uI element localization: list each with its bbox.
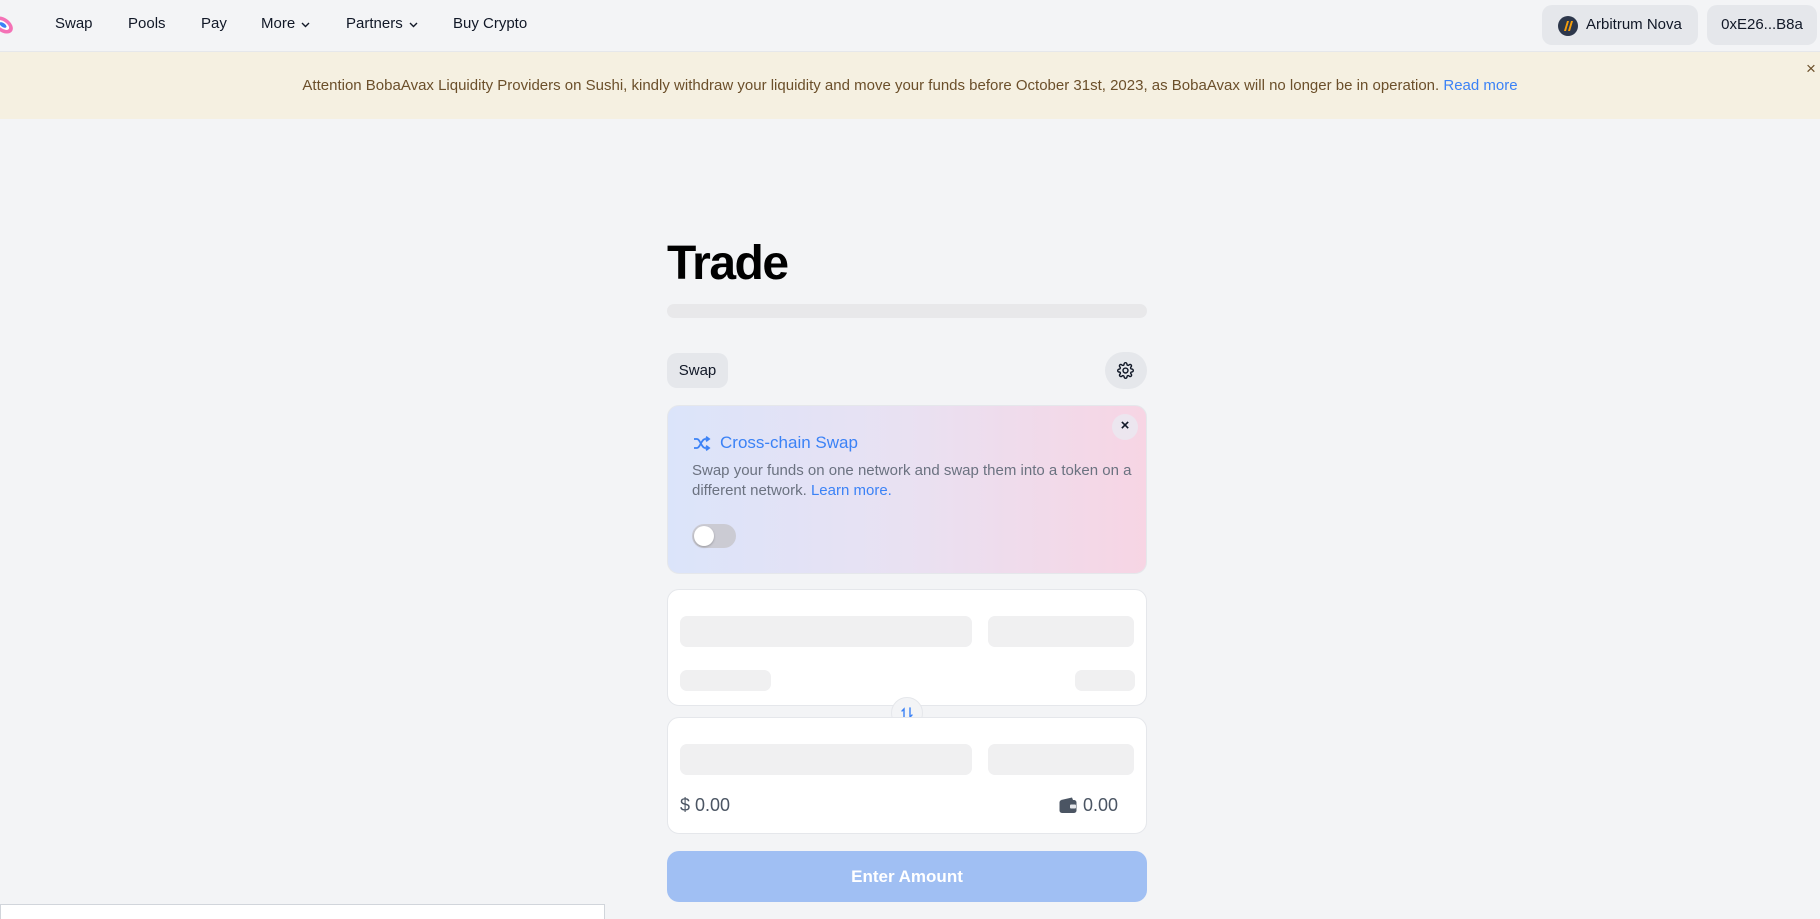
balance-value: 0.00 bbox=[1083, 795, 1119, 815]
chevron-down-icon bbox=[409, 0, 418, 48]
nav-swap[interactable]: Swap bbox=[55, 0, 93, 48]
token-selector-skeleton[interactable] bbox=[988, 744, 1134, 775]
nav-more[interactable]: More bbox=[261, 0, 310, 48]
token-selector-skeleton[interactable] bbox=[988, 616, 1134, 647]
amount-input-skeleton[interactable] bbox=[680, 616, 972, 647]
gear-icon bbox=[1117, 362, 1134, 379]
cross-chain-description: Swap your funds on one network and swap … bbox=[692, 461, 1132, 501]
banner-message: Attention BobaAvax Liquidity Providers o… bbox=[0, 77, 1820, 94]
banner-text: Attention BobaAvax Liquidity Providers o… bbox=[302, 77, 1440, 94]
nav-partners[interactable]: Partners bbox=[346, 0, 418, 48]
nav-pools[interactable]: Pools bbox=[128, 0, 166, 48]
close-icon[interactable]: × bbox=[1806, 59, 1816, 79]
chevron-down-icon bbox=[301, 0, 310, 48]
account-button[interactable]: 0xE26...B8a bbox=[1707, 5, 1817, 45]
subtitle-skeleton bbox=[667, 304, 1147, 318]
bottom-status-strip bbox=[0, 904, 605, 919]
nav-more-label: More bbox=[261, 15, 296, 32]
shuffle-icon bbox=[694, 436, 711, 451]
announcement-banner: Attention BobaAvax Liquidity Providers o… bbox=[0, 52, 1820, 119]
swap-mode-tab[interactable]: Swap bbox=[667, 353, 728, 388]
cross-chain-close-button[interactable]: × bbox=[1112, 414, 1138, 440]
toggle-knob bbox=[694, 526, 714, 546]
nav-buy-crypto[interactable]: Buy Crypto bbox=[453, 0, 527, 48]
arbitrum-nova-icon bbox=[1558, 16, 1578, 36]
amount-output-skeleton[interactable] bbox=[680, 744, 972, 775]
enter-amount-button[interactable]: Enter Amount bbox=[667, 851, 1147, 902]
usd-value-skeleton bbox=[680, 670, 771, 691]
balance-skeleton bbox=[1075, 670, 1135, 691]
page-title: Trade bbox=[667, 237, 789, 290]
close-icon: × bbox=[1120, 417, 1130, 434]
cross-chain-title: Cross-chain Swap bbox=[720, 433, 858, 452]
learn-more-link[interactable]: Learn more. bbox=[811, 482, 892, 499]
nav-pay[interactable]: Pay bbox=[201, 0, 227, 48]
banner-read-more-link[interactable]: Read more bbox=[1443, 77, 1517, 94]
usd-value: $ 0.00 bbox=[680, 795, 731, 815]
cross-chain-toggle[interactable] bbox=[692, 524, 736, 548]
wallet-icon bbox=[1059, 797, 1077, 813]
network-selector[interactable]: Arbitrum Nova bbox=[1542, 5, 1698, 45]
top-nav: Swap Pools Pay More Partners Buy Crypto … bbox=[0, 0, 1820, 52]
network-name: Arbitrum Nova bbox=[1586, 16, 1682, 33]
settings-button[interactable] bbox=[1105, 352, 1147, 389]
sushi-logo-icon[interactable] bbox=[0, 12, 16, 38]
input-token-card bbox=[667, 589, 1147, 706]
cross-chain-description-text: Swap your funds on one network and swap … bbox=[692, 462, 1132, 499]
nav-partners-label: Partners bbox=[346, 15, 403, 32]
cross-chain-card: × Cross-chain Swap Swap your funds on on… bbox=[667, 405, 1147, 574]
output-token-card: $ 0.00 0.00 bbox=[667, 717, 1147, 834]
